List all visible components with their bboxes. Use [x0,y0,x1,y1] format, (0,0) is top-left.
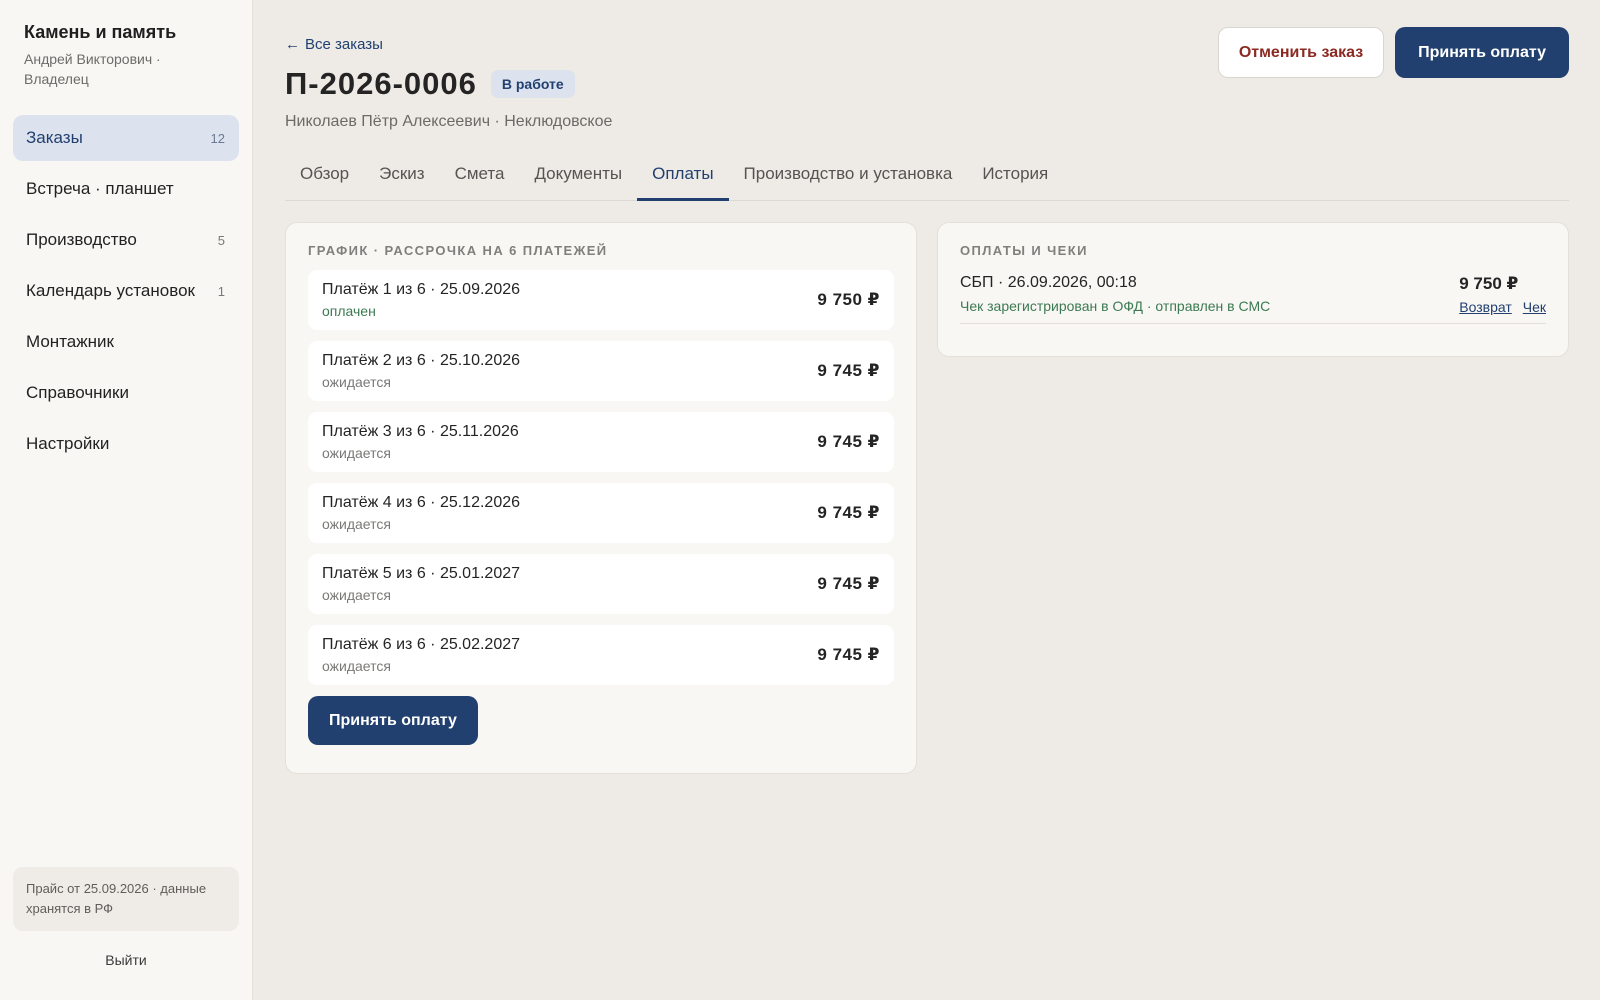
sidebar-item-label: Монтажник [26,332,114,351]
payment-label: Платёж 2 из 6 · 25.10.2026 [322,352,521,369]
sidebar-item-references[interactable]: Справочники [13,370,239,416]
payment-amount: 9 745 ₽ [817,361,880,380]
payment-status: ожидается [322,516,391,532]
tab-estimate[interactable]: Смета [440,158,520,201]
receipt-link[interactable]: Чек [1523,299,1546,315]
sidebar: Камень и память Андрей Викторович · Влад… [0,0,253,1000]
payment-label: Платёж 3 из 6 · 25.11.2026 [322,423,519,440]
sidebar-item-meeting-tablet[interactable]: Встреча · планшет [13,166,239,212]
sidebar-item-label: Производство [26,230,137,249]
tab-history[interactable]: История [967,158,1063,201]
sidebar-item-label: Заказы [26,128,83,147]
back-link-label: Все заказы [305,36,383,53]
sidebar-item-production[interactable]: Производство 5 [13,217,239,263]
payment-label: Платёж 1 из 6 · 25.09.2026 [322,281,521,298]
sidebar-nav: Заказы 12 Встреча · планшет Производство… [13,115,239,467]
arrow-left-icon: ← [285,36,300,53]
payment-label: Платёж 6 из 6 · 25.02.2027 [322,636,521,653]
payment-label: Платёж 4 из 6 · 25.12.2026 [322,494,521,511]
brand-title: Камень и память [24,22,177,42]
payment-row: Платёж 4 из 6 · 25.12.2026 ожидается 9 7… [308,483,894,543]
sidebar-item-label: Календарь установок [26,281,195,300]
refund-link[interactable]: Возврат [1459,299,1512,315]
sidebar-item-installation-calendar[interactable]: Календарь установок 1 [13,268,239,314]
payment-amount: 9 745 ₽ [817,432,880,451]
accept-payment-button[interactable]: Принять оплату [1395,27,1569,78]
payment-status: оплачен [322,303,376,319]
sidebar-item-installer[interactable]: Монтажник [13,319,239,365]
payment-label: Платёж 5 из 6 · 25.01.2027 [322,565,521,582]
sidebar-item-count: 5 [217,232,225,248]
logout-button[interactable]: Выйти [0,952,252,968]
payment-amount: 9 745 ₽ [817,503,880,522]
payment-row: Платёж 3 из 6 · 25.11.2026 ожидается 9 7… [308,412,894,472]
user-role: Андрей Викторович · Владелец [24,51,161,87]
sidebar-item-orders[interactable]: Заказы 12 [13,115,239,161]
tab-sketch[interactable]: Эскиз [364,158,439,201]
payment-status: ожидается [322,658,391,674]
tab-production-installation[interactable]: Производство и установка [729,158,968,201]
accept-payment-button-schedule[interactable]: Принять оплату [308,696,478,745]
sidebar-item-label: Справочники [26,383,129,402]
receipts-title: ОПЛАТЫ И ЧЕКИ [960,243,1088,258]
payment-row: Платёж 2 из 6 · 25.10.2026 ожидается 9 7… [308,341,894,401]
main-content: ← Все заказы П-2026-0006 В работе Никола… [253,0,1600,1000]
payment-row: Платёж 6 из 6 · 25.02.2027 ожидается 9 7… [308,625,894,685]
receipt-note: Чек зарегистрирован в ОФД · отправлен в … [960,298,1271,314]
payment-row: Платёж 5 из 6 · 25.01.2027 ожидается 9 7… [308,554,894,614]
header-actions: Отменить заказ Принять оплату [1217,27,1569,78]
sidebar-item-count: 1 [217,283,225,299]
payment-status: ожидается [322,587,391,603]
sidebar-item-label: Встреча · планшет [26,179,174,198]
page-title: П-2026-0006 [285,66,477,101]
payments-receipts-card: ОПЛАТЫ И ЧЕКИ СБП · 26.09.2026, 00:18 Че… [937,222,1569,357]
back-to-orders-link[interactable]: ← Все заказы [285,36,383,53]
payment-amount: 9 745 ₽ [817,645,880,664]
receipt-amount: 9 750 ₽ [1459,274,1519,293]
tab-documents[interactable]: Документы [519,158,637,201]
client-info: Николаев Пётр Алексеевич · Неклюдовское [285,113,613,130]
price-note: Прайс от 25.09.2026 · данные хранятся в … [13,867,239,931]
sidebar-item-label: Настройки [26,434,110,453]
sidebar-item-count: 12 [210,130,225,146]
payment-status: ожидается [322,374,391,390]
tab-payments[interactable]: Оплаты [637,158,729,201]
status-badge: В работе [490,70,575,98]
payment-amount: 9 745 ₽ [817,574,880,593]
receipt-title: СБП · 26.09.2026, 00:18 [960,274,1137,291]
payment-row: Платёж 1 из 6 · 25.09.2026 оплачен 9 750… [308,270,894,330]
brand: Камень и память Андрей Викторович · Влад… [13,22,239,89]
receipt-row: СБП · 26.09.2026, 00:18 Чек зарегистриро… [960,270,1546,324]
payment-schedule-card: ГРАФИК · РАССРОЧКА НА 6 ПЛАТЕЖЕЙ Платёж … [285,222,917,774]
payment-amount: 9 750 ₽ [817,290,880,309]
title-row: П-2026-0006 В работе [285,66,575,102]
payment-status: ожидается [322,445,391,461]
cancel-order-button[interactable]: Отменить заказ [1217,27,1385,78]
schedule-title: ГРАФИК · РАССРОЧКА НА 6 ПЛАТЕЖЕЙ [308,243,608,258]
sidebar-item-settings[interactable]: Настройки [13,421,239,467]
tabs: Обзор Эскиз Смета Документы Оплаты Произ… [285,158,1569,201]
tab-overview[interactable]: Обзор [285,158,364,201]
